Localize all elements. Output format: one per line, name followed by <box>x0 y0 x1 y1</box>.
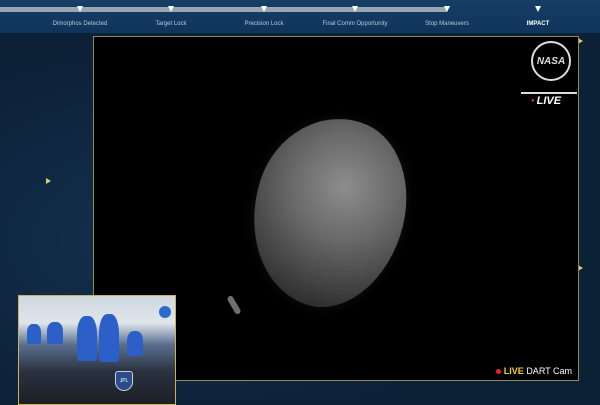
person <box>99 314 119 362</box>
nasa-logo: NASA <box>531 41 571 81</box>
milestone-label: Precision Lock <box>244 21 283 27</box>
nasa-logo-text: NASA <box>537 56 565 67</box>
asteroid-fragment <box>226 295 241 315</box>
milestone-marker <box>444 6 450 12</box>
asteroid-dimorphos <box>228 98 429 325</box>
decorative-arrow-icon <box>46 178 51 184</box>
record-dot-icon <box>496 369 501 374</box>
milestone-marker <box>77 6 83 12</box>
live-dot-icon: ● <box>531 98 535 104</box>
milestone-marker <box>352 6 358 12</box>
divider <box>521 92 577 94</box>
milestone-marker <box>535 6 541 12</box>
milestone-marker <box>261 6 267 12</box>
live-badge: ●LIVE <box>531 95 561 107</box>
caption-source: DART Cam <box>526 366 572 376</box>
nasa-meatball-icon <box>159 306 171 318</box>
caption-live: LIVE <box>504 366 524 376</box>
milestone-label: Stop Maneuvers <box>425 21 469 27</box>
mission-timeline: Dimorphos Detected Target Lock Precision… <box>0 0 600 33</box>
milestone-label-impact: IMPACT <box>527 21 550 27</box>
jpl-badge-text: JPL <box>120 378 129 384</box>
milestone-marker <box>168 6 174 12</box>
person <box>77 316 97 361</box>
person <box>127 331 143 356</box>
person <box>47 322 63 344</box>
timeline-progress-track <box>0 7 447 12</box>
mission-control-inset-video: JPL <box>18 295 176 405</box>
milestone-label: Final Comm Opportunity <box>322 21 387 27</box>
jpl-badge: JPL <box>115 371 133 391</box>
person <box>27 324 41 344</box>
feed-caption: LIVE DART Cam <box>496 366 572 376</box>
milestone-label: Dimorphos Detected <box>53 21 108 27</box>
milestone-label: Target Lock <box>155 21 186 27</box>
live-badge-text: LIVE <box>537 95 561 107</box>
